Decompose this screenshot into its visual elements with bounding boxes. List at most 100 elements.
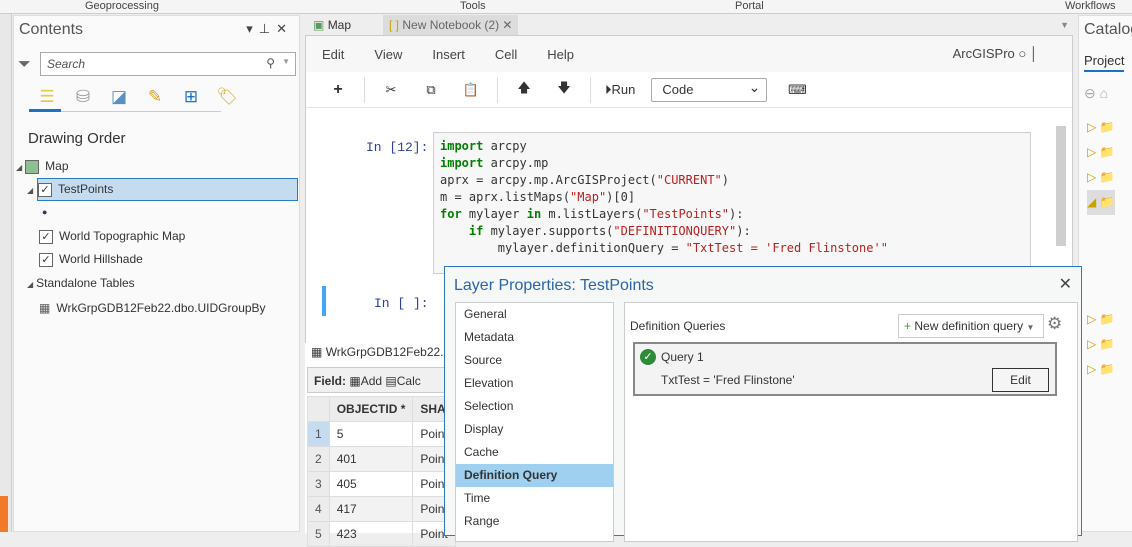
query-card[interactable]: ✓ Query 1 TxtTest = 'Fred Flinstone' Edi…	[633, 342, 1057, 396]
nav-cache[interactable]: Cache	[456, 441, 613, 464]
visibility-checkbox[interactable]: ✓	[39, 252, 53, 267]
pin-icon[interactable]: ⊥	[259, 21, 276, 36]
nav-elevation[interactable]: Elevation	[456, 372, 613, 395]
add-field-button[interactable]: ▦Add	[349, 374, 382, 388]
catalog-item[interactable]: ◢ 📁	[1087, 190, 1115, 215]
calculate-field-button[interactable]: ▤Calc	[385, 374, 420, 388]
chevron-down-icon[interactable]: ▼	[1026, 323, 1034, 332]
workflows-tab[interactable]: Workflows	[1065, 0, 1116, 13]
new-definition-query-button[interactable]: + New definition query ▼	[898, 314, 1044, 338]
gear-icon[interactable]: ⚙	[1047, 314, 1062, 334]
point-symbol-icon[interactable]: ●	[42, 201, 47, 223]
paste-button[interactable]: 📋	[451, 82, 491, 98]
notebook-scrollbar[interactable]	[1056, 126, 1066, 246]
expand-icon[interactable]: ◢	[16, 163, 22, 172]
tools-tab[interactable]: Tools	[460, 0, 486, 13]
nav-range[interactable]: Range	[456, 510, 613, 533]
nav-definition-query[interactable]: Definition Query	[456, 464, 613, 487]
geoprocessing-tab[interactable]: Geoprocessing	[85, 0, 159, 13]
pane-menu-icon[interactable]: ▾	[246, 21, 259, 36]
expand-icon[interactable]: ◢	[27, 280, 33, 289]
table-cell[interactable]: 417	[328, 496, 414, 522]
code-cell[interactable]: import arcpy import arcpy.mp aprx = arcpy.…	[433, 132, 1031, 274]
selection-icon[interactable]: ◪	[106, 85, 132, 109]
close-icon[interactable]: ✕	[276, 21, 293, 36]
tree-item-testpoints[interactable]: ✓ TestPoints	[37, 178, 298, 201]
search-placeholder: Search	[47, 57, 86, 71]
nav-time[interactable]: Time	[456, 487, 613, 510]
code-line: m = aprx.listMaps("Map")[0]	[440, 190, 636, 204]
menu-edit[interactable]: Edit	[322, 47, 344, 62]
nav-metadata[interactable]: Metadata	[456, 326, 613, 349]
nav-selection[interactable]: Selection	[456, 395, 613, 418]
tree-item-table[interactable]: ▦ WrkGrpGDB12Feb22.dbo.UIDGroupBy	[39, 297, 266, 319]
run-button[interactable]: ⏵Run	[597, 82, 643, 98]
drawing-order-icon[interactable]: ☰	[34, 85, 60, 109]
visibility-checkbox[interactable]: ✓	[39, 229, 53, 244]
chevron-down-icon[interactable]: ▼	[282, 57, 290, 66]
catalog-item[interactable]: ▷ 📁	[1087, 332, 1115, 357]
back-icon[interactable]: ⊖ ⌂	[1084, 85, 1108, 102]
filter-icon[interactable]: ⏷	[18, 56, 31, 74]
table-cell[interactable]: 5	[328, 421, 414, 447]
table-cell[interactable]: 423	[328, 521, 414, 547]
row-number[interactable]: 2	[307, 446, 330, 472]
tree-item-world-hillshade[interactable]: ✓ World Hillshade	[39, 248, 143, 270]
code-line: import arcpy.mp	[440, 156, 549, 170]
cell-type-select[interactable]: Code	[651, 77, 768, 102]
tree-item-standalone-tables[interactable]: ◢ Standalone Tables	[27, 272, 135, 294]
insert-cell-button[interactable]: +	[318, 81, 358, 99]
row-number[interactable]: 1	[307, 421, 330, 447]
column-header[interactable]: OBJECTID *	[328, 396, 414, 422]
catalog-item[interactable]: ▷ 📁	[1087, 357, 1115, 382]
table-row[interactable]: 5 423 Point	[307, 521, 456, 547]
table-row[interactable]: 2 401 Point	[307, 446, 456, 472]
nav-source[interactable]: Source	[456, 349, 613, 372]
tab-notebook[interactable]: [ ] New Notebook (2) ✕	[383, 15, 519, 35]
table-tab[interactable]: ▦ WrkGrpGDB12Feb22.	[311, 345, 444, 359]
catalog-item[interactable]: ▷ 📁	[1087, 165, 1115, 190]
table-row[interactable]: 1 5 Point	[307, 421, 456, 447]
catalog-item[interactable]: ▷ 📁	[1087, 140, 1115, 165]
search-input[interactable]: Search ⚲ ▼	[40, 52, 296, 76]
dock-tab[interactable]	[0, 496, 8, 532]
close-icon[interactable]: ✕	[1059, 274, 1072, 294]
keyboard-shortcuts-icon[interactable]: ⌨	[777, 82, 817, 98]
data-source-icon[interactable]: ⛁	[70, 85, 96, 109]
menu-insert[interactable]: Insert	[432, 47, 465, 62]
move-up-button[interactable]: 🡅	[504, 79, 544, 101]
nav-display[interactable]: Display	[456, 418, 613, 441]
row-number[interactable]: 3	[307, 471, 330, 497]
menu-view[interactable]: View	[374, 47, 402, 62]
nav-general[interactable]: General	[456, 303, 613, 326]
edit-button[interactable]: Edit	[992, 368, 1049, 392]
snapping-icon[interactable]: ⊞	[178, 85, 204, 109]
expand-icon[interactable]: ◢	[27, 178, 36, 200]
labeling-icon[interactable]: 🏷	[214, 85, 240, 109]
menu-help[interactable]: Help	[547, 47, 574, 62]
tab-list-chevron-icon[interactable]: ▼	[1054, 15, 1075, 35]
menu-cell[interactable]: Cell	[495, 47, 517, 62]
tree-item-world-topographic[interactable]: ✓ World Topographic Map	[39, 225, 185, 247]
move-down-button[interactable]: 🡇	[544, 79, 584, 101]
row-number[interactable]: 4	[307, 496, 330, 522]
tab-map[interactable]: ▣ Map	[307, 15, 357, 35]
table-cell[interactable]: 405	[328, 471, 414, 497]
tree-item-map[interactable]: ◢ Map	[16, 155, 69, 177]
cut-button[interactable]: ✂	[371, 82, 411, 98]
catalog-item[interactable]: ▷ 📁	[1087, 115, 1115, 140]
select-all-corner[interactable]	[307, 396, 330, 422]
catalog-item[interactable]: ▷ 📁	[1087, 307, 1115, 332]
tab-project[interactable]: Project	[1084, 53, 1125, 72]
table-row[interactable]: 3 405 Point	[307, 471, 456, 497]
search-icon[interactable]: ⚲	[266, 56, 275, 70]
row-number[interactable]: 5	[307, 521, 330, 547]
close-tab-icon[interactable]: ✕	[502, 18, 512, 32]
copy-button[interactable]: ⧉	[411, 82, 451, 98]
visibility-checkbox[interactable]: ✓	[38, 182, 52, 197]
table-cell[interactable]: 401	[328, 446, 414, 472]
editing-icon[interactable]: ✎	[142, 85, 168, 109]
portal-tab[interactable]: Portal	[735, 0, 764, 13]
cell-prompt: In [ ]:	[374, 296, 429, 311]
table-row[interactable]: 4 417 Point	[307, 496, 456, 522]
